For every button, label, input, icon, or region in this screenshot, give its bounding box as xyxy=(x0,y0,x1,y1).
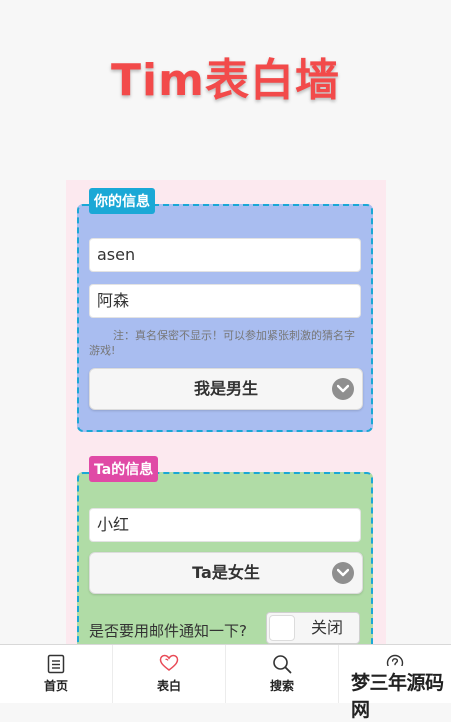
my-info-badge: 你的信息 xyxy=(89,188,155,214)
document-icon xyxy=(47,654,65,678)
ta-info-card: Ta的信息 小红 Ta是女生 是否要用邮件通知一下? 关闭 xyxy=(77,456,373,662)
email-notify-label: 是否要用邮件通知一下? xyxy=(89,622,247,640)
toggle-state-label: 关闭 xyxy=(310,618,343,637)
watermark-text: 梦三年源码网 xyxy=(351,672,444,721)
toggle-knob[interactable] xyxy=(269,615,295,641)
realname-input[interactable]: 阿森 xyxy=(89,284,361,318)
tab-home-label: 首页 xyxy=(43,679,68,693)
my-gender-select[interactable]: 我是男生 xyxy=(89,368,363,410)
ta-info-badge: Ta的信息 xyxy=(89,456,159,482)
tab-search[interactable]: 搜索 xyxy=(226,645,339,703)
my-gender-value: 我是男生 xyxy=(193,379,258,398)
tab-confess-label: 表白 xyxy=(156,679,181,693)
ta-name-input[interactable]: 小红 xyxy=(89,508,361,542)
chevron-down-icon xyxy=(332,562,354,584)
heart-icon xyxy=(159,654,179,676)
ta-gender-value: Ta是女生 xyxy=(192,563,260,582)
chevron-down-icon xyxy=(332,378,354,400)
my-info-card: 你的信息 asen 阿森 注：真名保密不显示！可以参加紧张刺激的猜名字游戏! 我… xyxy=(77,188,373,432)
privacy-note: 注：真名保密不显示！可以参加紧张刺激的猜名字游戏! xyxy=(89,329,355,357)
tab-home[interactable]: 首页 xyxy=(0,645,113,703)
ta-gender-select[interactable]: Ta是女生 xyxy=(89,552,363,594)
search-icon xyxy=(272,654,292,678)
tab-search-label: 搜索 xyxy=(269,679,294,693)
site-watermark: 梦三年源码网 xyxy=(349,666,451,721)
page-title: Tim表白墙 xyxy=(111,55,340,106)
email-notify-toggle[interactable]: 关闭 xyxy=(266,612,360,644)
nickname-input[interactable]: asen xyxy=(89,238,361,272)
tab-confess[interactable]: 表白 xyxy=(113,645,226,703)
